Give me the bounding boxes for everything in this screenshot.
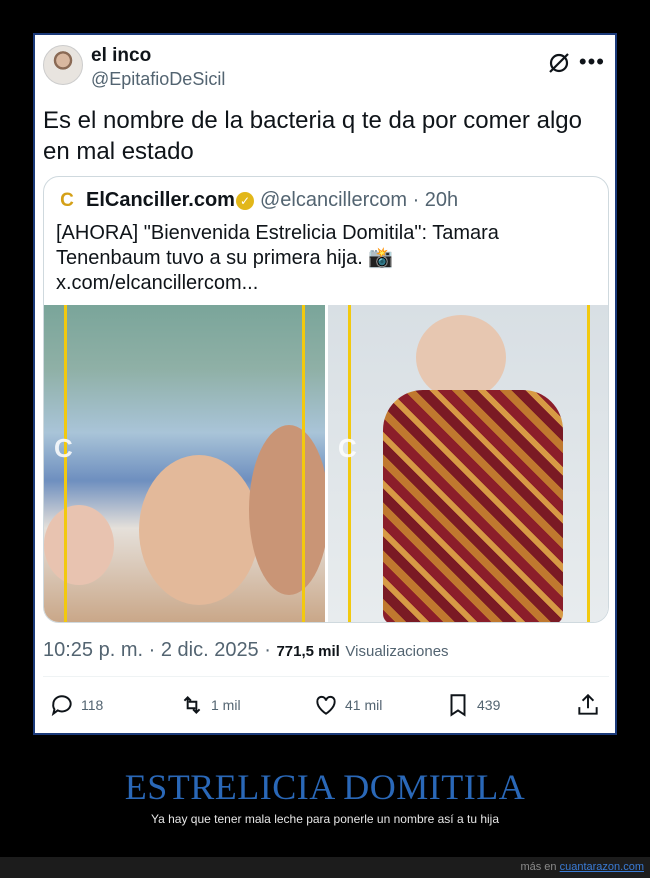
timestamp[interactable]: 10:25 p. m. · 2 dic. 2025 ·	[43, 639, 271, 661]
photo-parents-newborn[interactable]: C	[44, 305, 325, 622]
tweet-card: el inco @EpitafioDeSicil ••• Es el nombr…	[33, 33, 617, 735]
quoted-tweet[interactable]: C ElCanciller.com ✓ @elcancillercom · 20…	[43, 176, 609, 623]
grok-icon[interactable]	[547, 51, 571, 75]
quote-logo: C	[60, 190, 74, 211]
avatar[interactable]	[43, 45, 83, 85]
caption-subtitle: Ya hay que tener mala leche para ponerle…	[151, 812, 499, 826]
footer-link[interactable]: cuantarazon.com	[560, 861, 644, 873]
views-count: 771,5 mil	[276, 643, 340, 660]
quote-text: [AHORA] "Bienvenida Estrelicia Domitila"…	[56, 221, 596, 296]
watermark: C	[54, 433, 73, 463]
footer-prefix: más en	[520, 861, 557, 873]
photo-face-mother	[139, 455, 259, 605]
quote-link[interactable]: x.com/elcancillercom...	[56, 272, 258, 294]
photo-face-father	[249, 425, 325, 595]
reply-icon	[51, 695, 72, 717]
photo-swaddled-baby[interactable]: C	[328, 305, 608, 622]
like-button[interactable]: 41 mil	[313, 687, 382, 723]
reply-button[interactable]: 118	[49, 687, 103, 723]
footer-text: más en cuantarazon.com	[520, 861, 644, 873]
views-label: Visualizaciones	[345, 643, 449, 660]
bookmark-button[interactable]: 439	[445, 687, 500, 723]
accent-line	[64, 305, 67, 622]
heart-icon	[316, 695, 336, 715]
retweet-icon	[183, 696, 201, 714]
photo-blanket	[383, 390, 563, 622]
bookmark-count: 439	[477, 697, 501, 713]
retweet-count: 1 mil	[211, 697, 241, 713]
author-handle[interactable]: @EpitafioDeSicil	[91, 69, 225, 90]
tweet-meta: 10:25 p. m. · 2 dic. 2025 · 771,5 mil Vi…	[43, 639, 449, 662]
footer-bar: más en cuantarazon.com	[0, 857, 650, 878]
more-icon[interactable]: •••	[579, 49, 605, 75]
share-button[interactable]	[575, 687, 601, 723]
quote-author-name: ElCanciller.com	[86, 189, 235, 211]
caption-title: ESTRELICIA DOMITILA	[124, 767, 526, 807]
action-bar: 118 1 mil 41 mil 439	[43, 687, 609, 723]
verified-badge-icon: ✓	[236, 192, 254, 210]
quote-photos: C C	[44, 305, 608, 622]
tweet-header: el inco @EpitafioDeSicil •••	[43, 43, 609, 93]
tweet-text: Es el nombre de la bacteria q te da por …	[43, 107, 582, 165]
photo-baby	[44, 505, 114, 585]
quote-author-handle: @elcancillercom · 20h	[260, 189, 459, 211]
reply-count: 118	[81, 697, 104, 713]
watermark: C	[338, 433, 357, 463]
photo-baby-face	[416, 315, 506, 400]
accent-line	[302, 305, 305, 622]
accent-line	[348, 305, 351, 622]
bookmark-icon	[450, 694, 466, 717]
quote-text-body: [AHORA] "Bienvenida Estrelicia Domitila"…	[56, 222, 499, 269]
author-name[interactable]: el inco	[91, 45, 151, 67]
accent-line	[587, 305, 590, 622]
share-icon	[578, 693, 598, 715]
divider	[43, 676, 609, 677]
like-count: 41 mil	[345, 697, 383, 713]
retweet-button[interactable]: 1 mil	[179, 687, 241, 723]
